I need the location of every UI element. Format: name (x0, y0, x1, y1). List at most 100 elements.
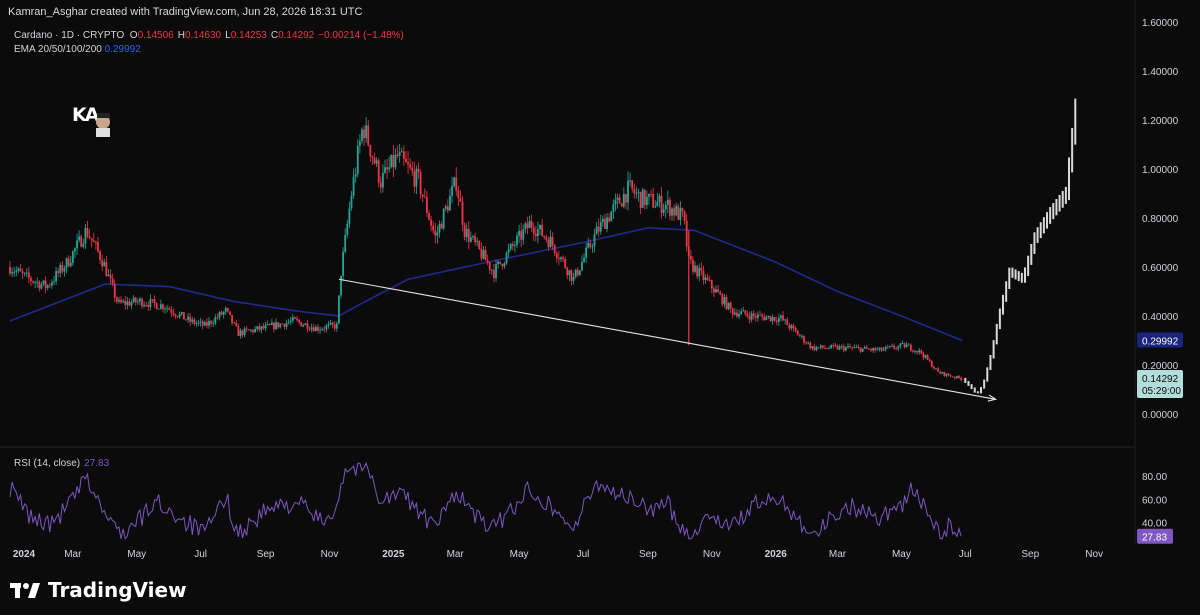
candle-body (449, 195, 451, 211)
candle-body (878, 347, 881, 350)
candle-body (838, 346, 841, 350)
candle-body (145, 304, 148, 306)
candle-body (333, 324, 336, 329)
candle-body (539, 224, 541, 229)
candle-body (40, 284, 43, 289)
candle-body (63, 268, 66, 272)
price-tick-label: 1.60000 (1142, 18, 1179, 29)
candle-body (17, 268, 20, 271)
candle-body (153, 299, 156, 304)
tradingview-footer[interactable]: TradingView (10, 578, 187, 602)
candle-body (469, 237, 472, 242)
candle-body (570, 270, 573, 281)
candle-body (208, 320, 210, 326)
candle-body (164, 308, 166, 310)
candle-body (930, 361, 933, 368)
time-tick-label: Mar (829, 549, 847, 560)
candle-body (677, 206, 680, 220)
price-tick-label: 0.60000 (1142, 263, 1179, 274)
candle-body (356, 145, 359, 174)
candle-body (633, 188, 636, 194)
price-tick-label: 0.80000 (1142, 214, 1179, 225)
rsi-legend[interactable]: RSI (14, close) 27.83 (14, 458, 109, 469)
candle-body (281, 323, 284, 325)
candle-body (859, 347, 862, 352)
candle-body (377, 160, 380, 183)
projection-bar (989, 355, 992, 371)
candle-body (459, 197, 462, 202)
candle-body (226, 308, 229, 312)
projection-bar (1017, 271, 1020, 282)
candle-body (13, 272, 16, 273)
candle-body (572, 277, 575, 281)
candle-body (335, 323, 338, 329)
candle-body (197, 322, 200, 324)
candle-body (895, 348, 898, 350)
candle-body (821, 345, 824, 348)
candle-body (291, 317, 294, 321)
candle-body (245, 328, 248, 330)
candle-body (784, 319, 787, 321)
candle-body (189, 316, 192, 322)
candle-body (581, 262, 583, 271)
candle-body (857, 347, 860, 348)
projection-bar (964, 377, 967, 383)
candle-body (886, 346, 889, 348)
candle-body (526, 223, 529, 229)
candle-body (222, 311, 225, 315)
candle-body (405, 158, 407, 163)
candle-body (861, 348, 864, 352)
candle-body (935, 368, 937, 370)
candle-body (358, 141, 361, 146)
candle-body (444, 206, 447, 209)
candle-body (863, 347, 866, 349)
candle-body (870, 349, 872, 351)
candle-body (601, 218, 604, 223)
candle-body (92, 240, 95, 243)
candle-body (574, 269, 577, 278)
candle-body (706, 277, 709, 281)
candle-body (851, 347, 854, 349)
candle-body (543, 235, 546, 238)
rsi-tick-label: 60.00 (1142, 495, 1167, 506)
candle-body (842, 346, 845, 351)
candle-body (576, 269, 579, 276)
candle-body (884, 346, 887, 350)
candle-body (736, 312, 738, 317)
candle-body (314, 326, 317, 332)
rsi-line (9, 461, 962, 540)
candle-body (103, 262, 106, 267)
candle-body (622, 194, 625, 207)
candle-body (719, 292, 722, 295)
candle-body (876, 349, 879, 351)
candle-body (513, 245, 516, 247)
projection-bar (983, 379, 986, 389)
ema-200-line (9, 226, 963, 342)
candle-body (201, 321, 204, 326)
candle-body (568, 270, 571, 276)
chart-canvas[interactable]: 1.60000 1.40000 1.20000 1.00000 0.80000 0.600… (0, 0, 1200, 615)
projection-bar (1008, 267, 1011, 289)
candle-body (430, 219, 432, 226)
candle-body (67, 258, 70, 267)
candle-body (32, 281, 34, 283)
candle-body (729, 302, 732, 309)
candle-body (252, 329, 254, 333)
candle-body (143, 304, 145, 307)
candle-body (55, 271, 57, 282)
candle-body (537, 228, 539, 236)
candle-body (434, 230, 437, 236)
candle-body (599, 222, 602, 232)
candle-body (157, 308, 160, 310)
candle-body (916, 350, 919, 353)
candle-body (637, 192, 640, 193)
time-tick-label: Mar (64, 549, 82, 560)
candle-body (442, 208, 445, 229)
candle-body (162, 304, 164, 310)
candle-body (819, 345, 822, 348)
candle-body (629, 180, 632, 182)
candle-body (924, 355, 927, 358)
projection-bar (967, 381, 970, 386)
candle-body (671, 208, 673, 216)
price-tick-label: 0.40000 (1142, 312, 1179, 323)
